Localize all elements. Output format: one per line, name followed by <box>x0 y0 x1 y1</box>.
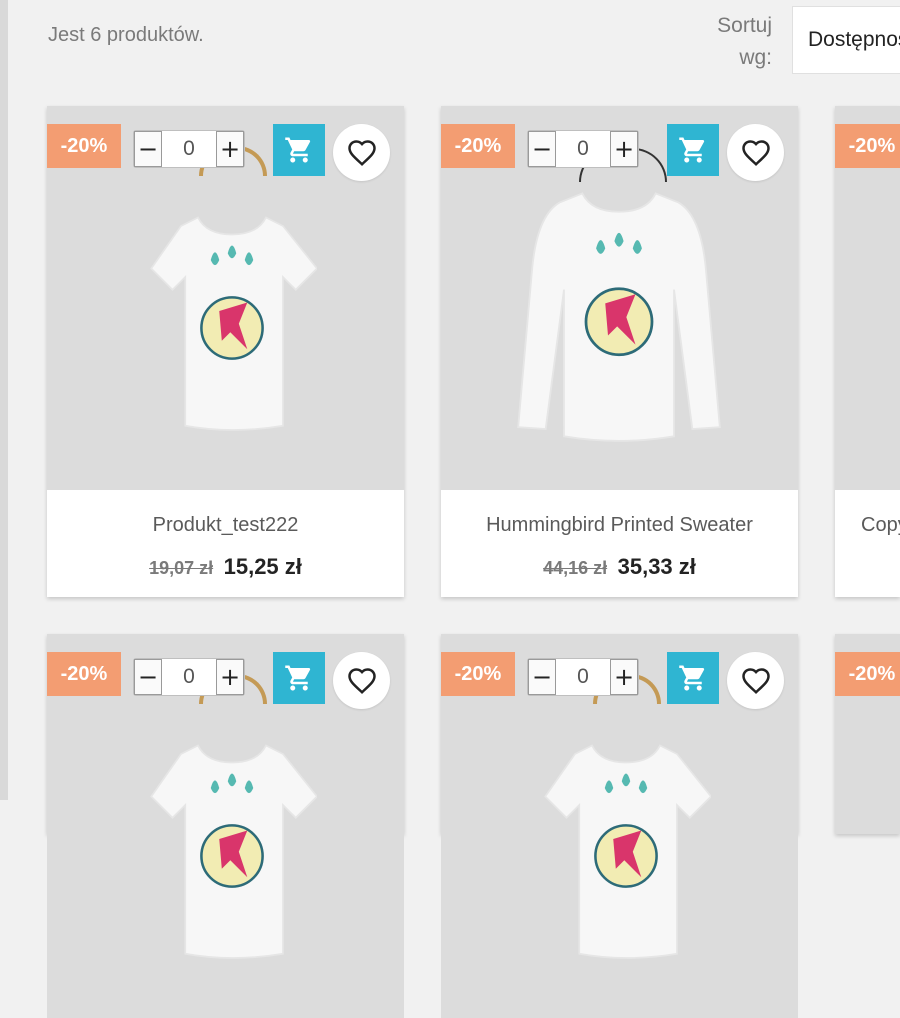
price-block: 19,07 zł 15,25 zł <box>47 554 404 580</box>
qty-increase-button[interactable]: + <box>610 131 638 167</box>
qty-increase-button[interactable]: + <box>216 131 244 167</box>
discount-badge: -20% <box>835 124 900 168</box>
old-price: 44,16 zł <box>543 558 608 578</box>
qty-increase-button[interactable]: + <box>610 659 638 695</box>
quantity-stepper[interactable]: − 0 + <box>133 658 245 696</box>
discount-badge: -20% <box>47 652 121 696</box>
sort-label: Sortuj wg: <box>717 14 772 69</box>
product-card[interactable]: -20% − 0 + Hummingbird Printed Sweater 4… <box>441 106 798 597</box>
cart-icon <box>678 135 708 165</box>
wishlist-button[interactable] <box>727 124 784 181</box>
qty-decrease-button[interactable]: − <box>528 131 556 167</box>
discount-badge: -20% <box>441 652 515 696</box>
qty-value[interactable]: 0 <box>556 659 610 695</box>
heart-icon <box>741 666 771 696</box>
product-name[interactable]: Produkt_test222 <box>47 514 404 537</box>
heart-icon <box>741 138 771 168</box>
qty-value[interactable]: 0 <box>162 659 216 695</box>
heart-icon <box>347 138 377 168</box>
sort-select[interactable]: Dostępność <box>792 6 900 74</box>
heart-icon <box>347 666 377 696</box>
product-card[interactable]: -20% <box>835 634 900 834</box>
add-to-cart-button[interactable] <box>667 652 719 704</box>
add-to-cart-button[interactable] <box>273 124 325 176</box>
product-count: Jest 6 produktów. <box>48 24 204 46</box>
product-card[interactable]: -20% − 0 + <box>441 634 798 1018</box>
qty-decrease-button[interactable]: − <box>134 131 162 167</box>
cart-icon <box>284 135 314 165</box>
tshirt-image <box>147 166 317 456</box>
quantity-stepper[interactable]: − 0 + <box>527 658 639 696</box>
old-price: 19,07 zł <box>149 558 214 578</box>
tshirt-image <box>541 694 711 984</box>
product-card[interactable]: -20% − 0 + Produkt_test222 19,07 zł 15,2… <box>47 106 404 597</box>
tshirt-image <box>147 694 317 984</box>
qty-decrease-button[interactable]: − <box>134 659 162 695</box>
wishlist-button[interactable] <box>333 652 390 709</box>
price-block: 44,16 zł 35,33 zł <box>441 554 798 580</box>
cart-icon <box>284 663 314 693</box>
add-to-cart-button[interactable] <box>667 124 719 176</box>
discount-badge: -20% <box>835 652 900 696</box>
current-price: 35,33 zł <box>617 554 696 579</box>
current-price: 15,25 zł <box>223 554 302 579</box>
qty-decrease-button[interactable]: − <box>528 659 556 695</box>
product-name[interactable]: Copy <box>861 514 900 537</box>
left-rail <box>0 0 8 800</box>
qty-value[interactable]: 0 <box>556 131 610 167</box>
product-name[interactable]: Hummingbird Printed Sweater <box>441 514 798 537</box>
qty-value[interactable]: 0 <box>162 131 216 167</box>
quantity-stepper[interactable]: − 0 + <box>133 130 245 168</box>
wishlist-button[interactable] <box>333 124 390 181</box>
discount-badge: -20% <box>441 124 515 168</box>
cart-icon <box>678 663 708 693</box>
add-to-cart-button[interactable] <box>273 652 325 704</box>
product-card[interactable]: -20% Copy <box>835 106 900 597</box>
quantity-stepper[interactable]: − 0 + <box>527 130 639 168</box>
discount-badge: -20% <box>47 124 121 168</box>
wishlist-button[interactable] <box>727 652 784 709</box>
qty-increase-button[interactable]: + <box>216 659 244 695</box>
sweater-image <box>509 158 729 458</box>
product-card[interactable]: -20% − 0 + <box>47 634 404 1018</box>
